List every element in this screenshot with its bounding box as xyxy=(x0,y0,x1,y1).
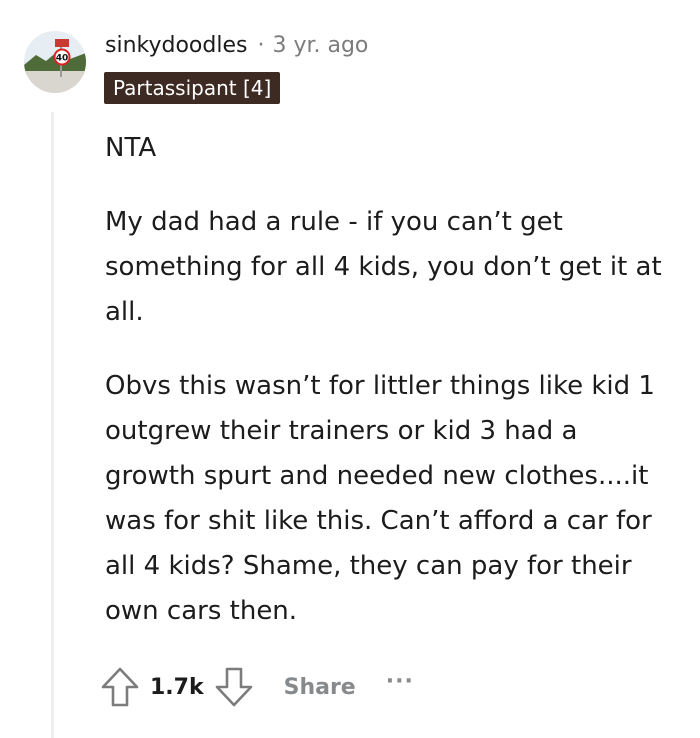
username[interactable]: sinkydoodles xyxy=(105,33,247,58)
avatar-sign-text: 40 xyxy=(56,54,69,64)
comment-body: NTA My dad had a rule - if you can’t get… xyxy=(105,126,675,663)
vote-score: 1.7k xyxy=(150,674,204,700)
thread-line[interactable] xyxy=(51,112,54,738)
comment-header: sinkydoodles · 3 yr. ago xyxy=(105,28,368,62)
comment-paragraph: NTA xyxy=(105,133,157,163)
upvote-arrow-icon[interactable] xyxy=(100,665,140,709)
comment-actions: 1.7k Share ··· xyxy=(100,664,414,710)
timestamp[interactable]: 3 yr. ago xyxy=(272,33,368,58)
comment-paragraph: Obvs this wasn’t for littler things like… xyxy=(105,371,655,626)
comment-paragraph: My dad had a rule - if you can’t get som… xyxy=(105,207,662,327)
share-button[interactable]: Share xyxy=(284,675,356,700)
downvote-arrow-icon[interactable] xyxy=(214,665,254,709)
user-flair: Partassipant [4] xyxy=(104,72,281,104)
more-options-icon[interactable]: ··· xyxy=(386,669,414,694)
header-separator: · xyxy=(257,32,265,58)
avatar[interactable]: 40 xyxy=(24,31,86,93)
